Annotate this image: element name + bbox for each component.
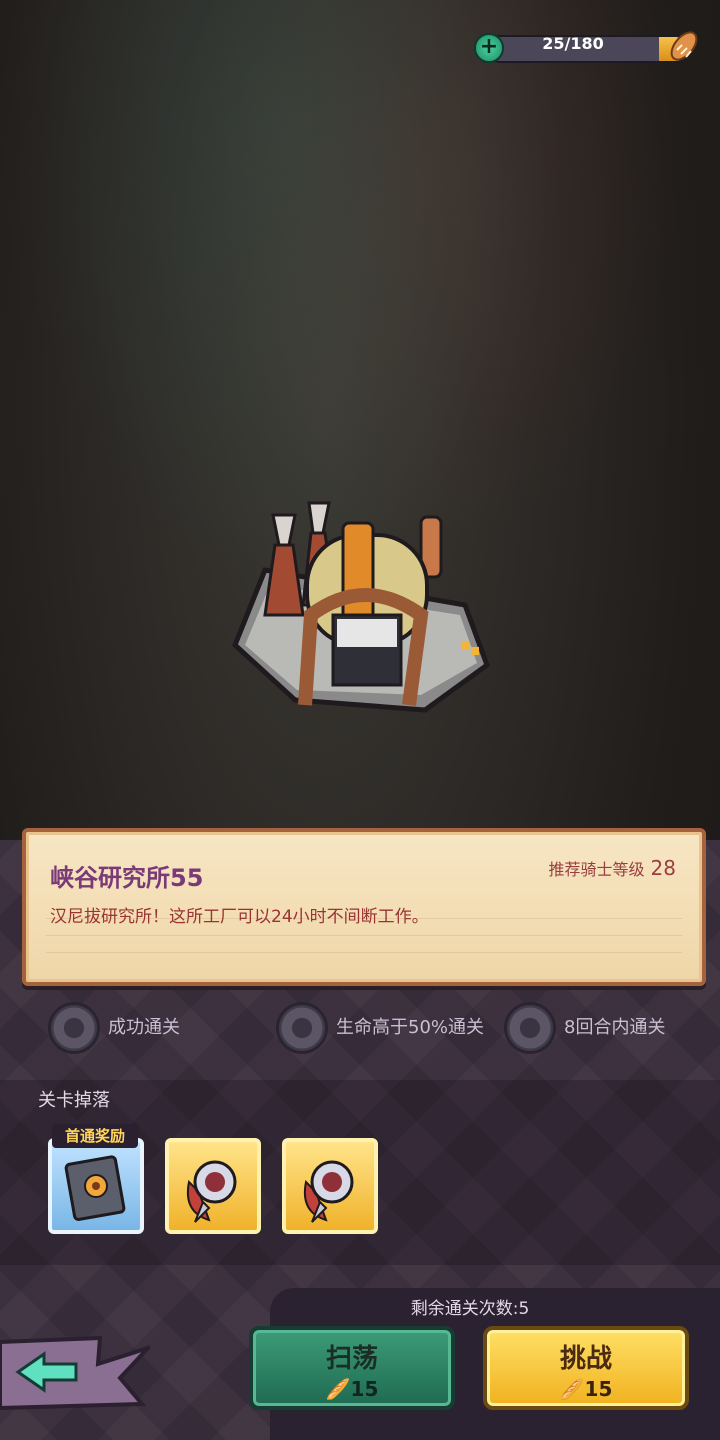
stage-info-card: 峡谷研究所55 推荐骑士等级 28 汉尼拔研究所！这所工厂可以24小时不间断工作。: [22, 828, 706, 986]
compass-badge-icon: [304, 1160, 354, 1223]
drop-item-book[interactable]: [48, 1138, 144, 1234]
energy-bar[interactable]: 25/180 +: [474, 31, 702, 63]
drops-label: 关卡掉落: [38, 1090, 110, 1111]
drop-item-badge[interactable]: [165, 1138, 261, 1234]
add-energy-icon[interactable]: +: [474, 33, 504, 63]
research-lab-building-icon: [232, 501, 490, 713]
challenge-cost: 🥖15: [487, 1377, 685, 1401]
sweep-cost: 🥖15: [253, 1377, 451, 1401]
challenge-cost-value: 15: [584, 1377, 613, 1401]
remaining-attempts: 剩余通关次数:5: [410, 1299, 530, 1319]
drop-item-badge[interactable]: [282, 1138, 378, 1234]
recommended-level-label: 推荐骑士等级: [548, 860, 645, 879]
first-clear-tag: 首通奖励: [52, 1124, 138, 1148]
gear-star-icon: [48, 1002, 100, 1054]
challenge-label: 挑战: [559, 1344, 612, 1374]
bread-icon: 🥖: [325, 1377, 351, 1401]
condition-label: 成功通关: [108, 1017, 180, 1038]
condition-3: 8回合内通关: [504, 998, 665, 1058]
bread-icon: 🥖: [559, 1377, 585, 1401]
condition-label: 8回合内通关: [564, 1017, 666, 1038]
compass-badge-icon: [187, 1160, 237, 1223]
condition-label: 生命高于50%通关: [336, 1017, 485, 1038]
condition-2: 生命高于50%通关: [276, 998, 496, 1058]
challenge-button[interactable]: 挑战 🥖15: [483, 1326, 689, 1410]
condition-1: 成功通关: [48, 998, 180, 1058]
sweep-label: 扫荡: [325, 1344, 378, 1374]
recommended-level: 推荐骑士等级 28: [549, 856, 676, 880]
back-button[interactable]: [0, 1334, 150, 1410]
stage-description: 汉尼拔研究所！这所工厂可以24小时不间断工作。: [50, 907, 429, 927]
bread-icon: [670, 31, 698, 61]
gear-star-icon: [504, 1002, 556, 1054]
sweep-cost-value: 15: [350, 1377, 379, 1401]
book-icon: [64, 1155, 126, 1221]
recommended-level-value: 28: [650, 856, 676, 880]
stage-title: 峡谷研究所55: [50, 864, 204, 892]
gear-star-icon: [276, 1002, 328, 1054]
sweep-button[interactable]: 扫荡 🥖15: [249, 1326, 455, 1410]
